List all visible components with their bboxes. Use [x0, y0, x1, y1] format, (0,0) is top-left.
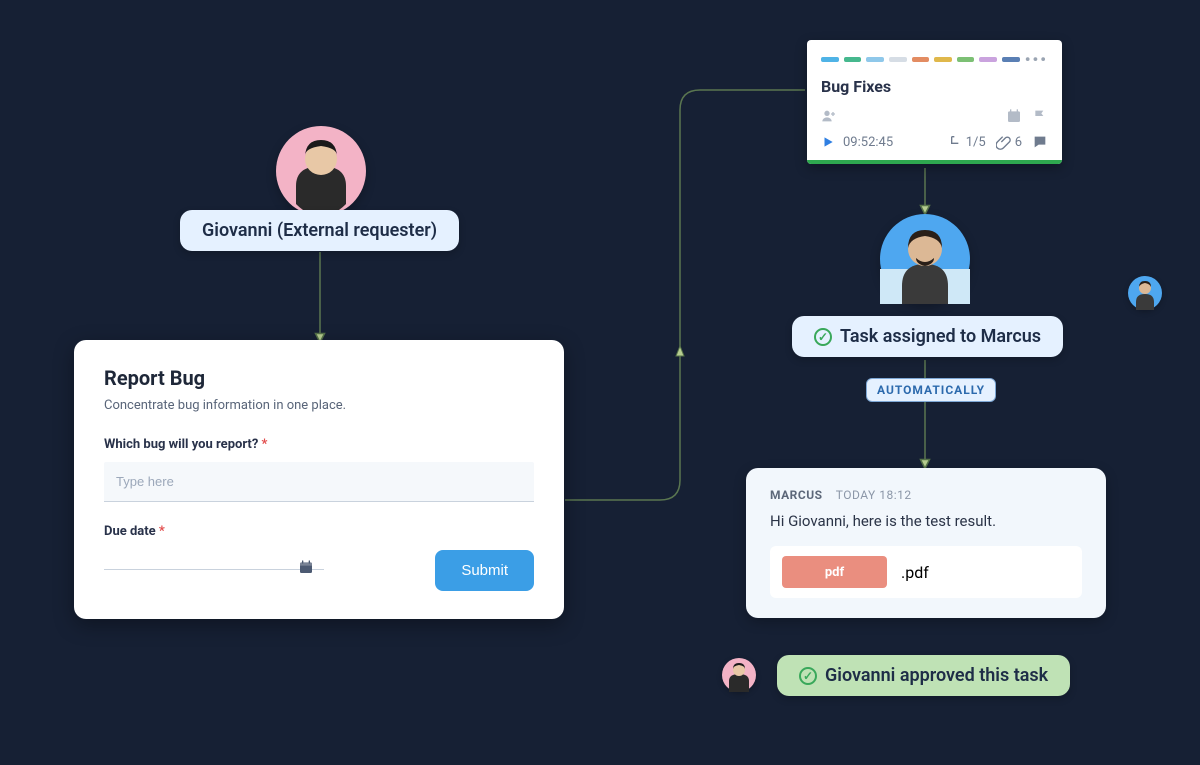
check-circle-icon — [814, 328, 832, 346]
calendar-icon[interactable] — [1006, 108, 1022, 124]
person-icon — [880, 214, 970, 304]
task-card[interactable]: ••• Bug Fixes 09:52:45 1/5 6 — [807, 40, 1062, 164]
more-icon[interactable]: ••• — [1025, 50, 1048, 69]
submit-button[interactable]: Submit — [435, 550, 534, 591]
comment-icon[interactable] — [1032, 134, 1048, 150]
attachments-count: 6 — [996, 134, 1022, 150]
form-subtitle: Concentrate bug information in one place… — [104, 398, 534, 413]
task-title: Bug Fixes — [821, 77, 1048, 96]
progress-bar — [807, 160, 1062, 164]
add-assignee-icon[interactable] — [821, 108, 837, 124]
bug-description-input[interactable] — [104, 462, 534, 502]
avatar-giovanni — [276, 126, 366, 216]
form-title: Report Bug — [104, 366, 534, 390]
check-circle-icon — [799, 667, 817, 685]
attachment-icon — [996, 134, 1012, 150]
approval-label: Giovanni approved this task — [777, 655, 1070, 696]
flag-icon[interactable] — [1032, 108, 1048, 124]
message-author: MARCUS — [770, 488, 823, 502]
subtasks-icon — [947, 134, 963, 150]
message-timestamp: TODAY 18:12 — [836, 488, 912, 502]
play-icon[interactable] — [821, 135, 835, 149]
assigned-label: Task assigned to Marcus — [792, 316, 1063, 357]
due-date-input[interactable] — [104, 549, 324, 570]
avatar-marcus-small — [1128, 276, 1162, 310]
subtasks-count: 1/5 — [947, 134, 986, 150]
requester-label: Giovanni (External requester) — [180, 210, 459, 251]
person-icon — [722, 658, 756, 692]
question-2-label: Due date * — [104, 524, 435, 539]
approval-text: Giovanni approved this task — [825, 665, 1048, 686]
message-body: Hi Giovanni, here is the test result. — [770, 512, 1082, 530]
attachment-type-badge: pdf — [782, 556, 887, 588]
avatar-marcus — [880, 214, 970, 304]
report-bug-form: Report Bug Concentrate bug information i… — [74, 340, 564, 619]
automatically-badge: AUTOMATICALLY — [866, 378, 996, 402]
person-icon — [1128, 276, 1162, 310]
calendar-icon — [298, 559, 314, 575]
avatar-giovanni-small — [722, 658, 756, 692]
tag-row: ••• — [821, 50, 1048, 69]
attachment[interactable]: pdf .pdf — [770, 546, 1082, 598]
message-header: MARCUS TODAY 18:12 — [770, 488, 1082, 502]
assigned-text: Task assigned to Marcus — [840, 326, 1041, 347]
question-1-label: Which bug will you report? * — [104, 437, 534, 452]
message-card: MARCUS TODAY 18:12 Hi Giovanni, here is … — [746, 468, 1106, 618]
timer-value: 09:52:45 — [843, 135, 893, 150]
attachment-filename: .pdf — [901, 563, 929, 582]
person-icon — [276, 126, 366, 216]
requester-name: Giovanni (External requester) — [202, 220, 437, 241]
